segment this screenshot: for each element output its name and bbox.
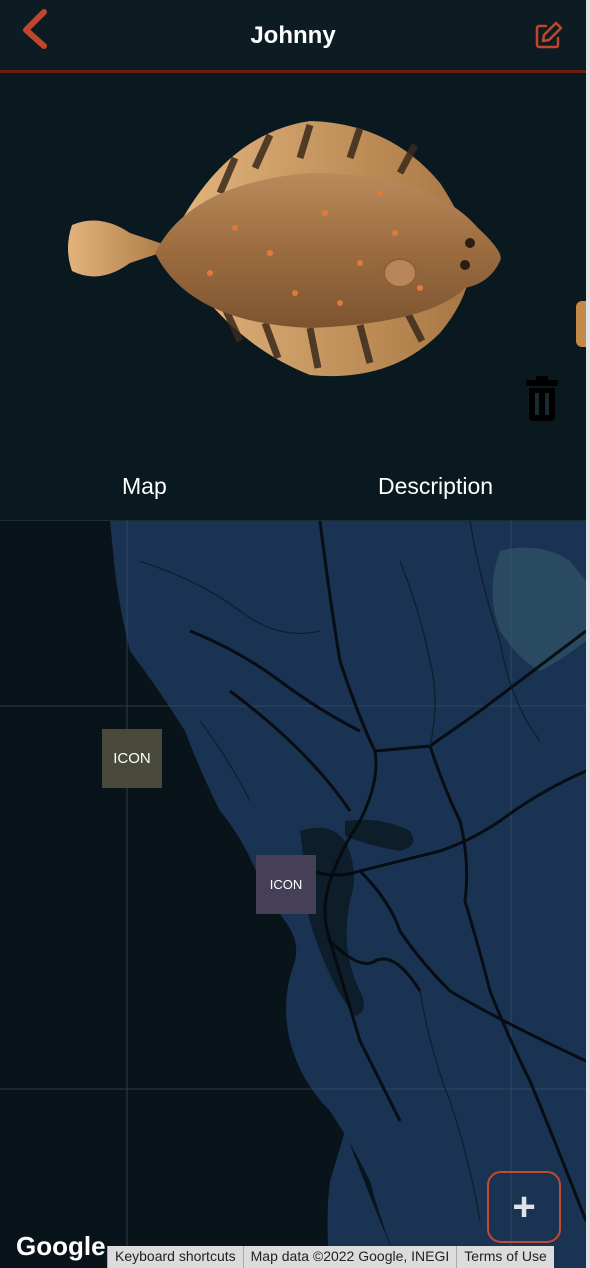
app-screen: Johnny Map Description ICON ICON + Googl… xyxy=(0,0,586,1268)
page-title: Johnny xyxy=(250,22,336,49)
tab-bar: Map Description xyxy=(0,453,586,521)
delete-button[interactable] xyxy=(524,375,560,423)
photo-carousel[interactable] xyxy=(0,73,586,453)
map-marker[interactable]: ICON xyxy=(102,729,162,788)
map-attribution: Keyboard shortcuts Map data ©2022 Google… xyxy=(107,1246,554,1268)
terms-of-use-link[interactable]: Terms of Use xyxy=(456,1246,554,1268)
window-edge xyxy=(586,0,590,1268)
plus-icon: + xyxy=(512,1185,536,1229)
add-marker-button[interactable]: + xyxy=(487,1171,561,1243)
tab-description[interactable]: Description xyxy=(378,473,493,500)
trash-icon xyxy=(526,376,558,421)
map-marker[interactable]: ICON xyxy=(256,855,316,914)
edit-button[interactable] xyxy=(532,18,566,52)
tab-map[interactable]: Map xyxy=(122,473,167,500)
google-logo: Google xyxy=(16,1231,106,1261)
map-data-link[interactable]: Map data ©2022 Google, INEGI xyxy=(242,1246,457,1268)
header-bar: Johnny xyxy=(0,0,586,73)
keyboard-shortcuts-link[interactable]: Keyboard shortcuts xyxy=(107,1246,243,1268)
flounder-image xyxy=(68,121,501,377)
edit-icon xyxy=(535,21,563,49)
map-view[interactable]: ICON ICON + Google Keyboard shortcuts Ma… xyxy=(0,521,586,1268)
next-photo-preview[interactable] xyxy=(576,301,586,347)
